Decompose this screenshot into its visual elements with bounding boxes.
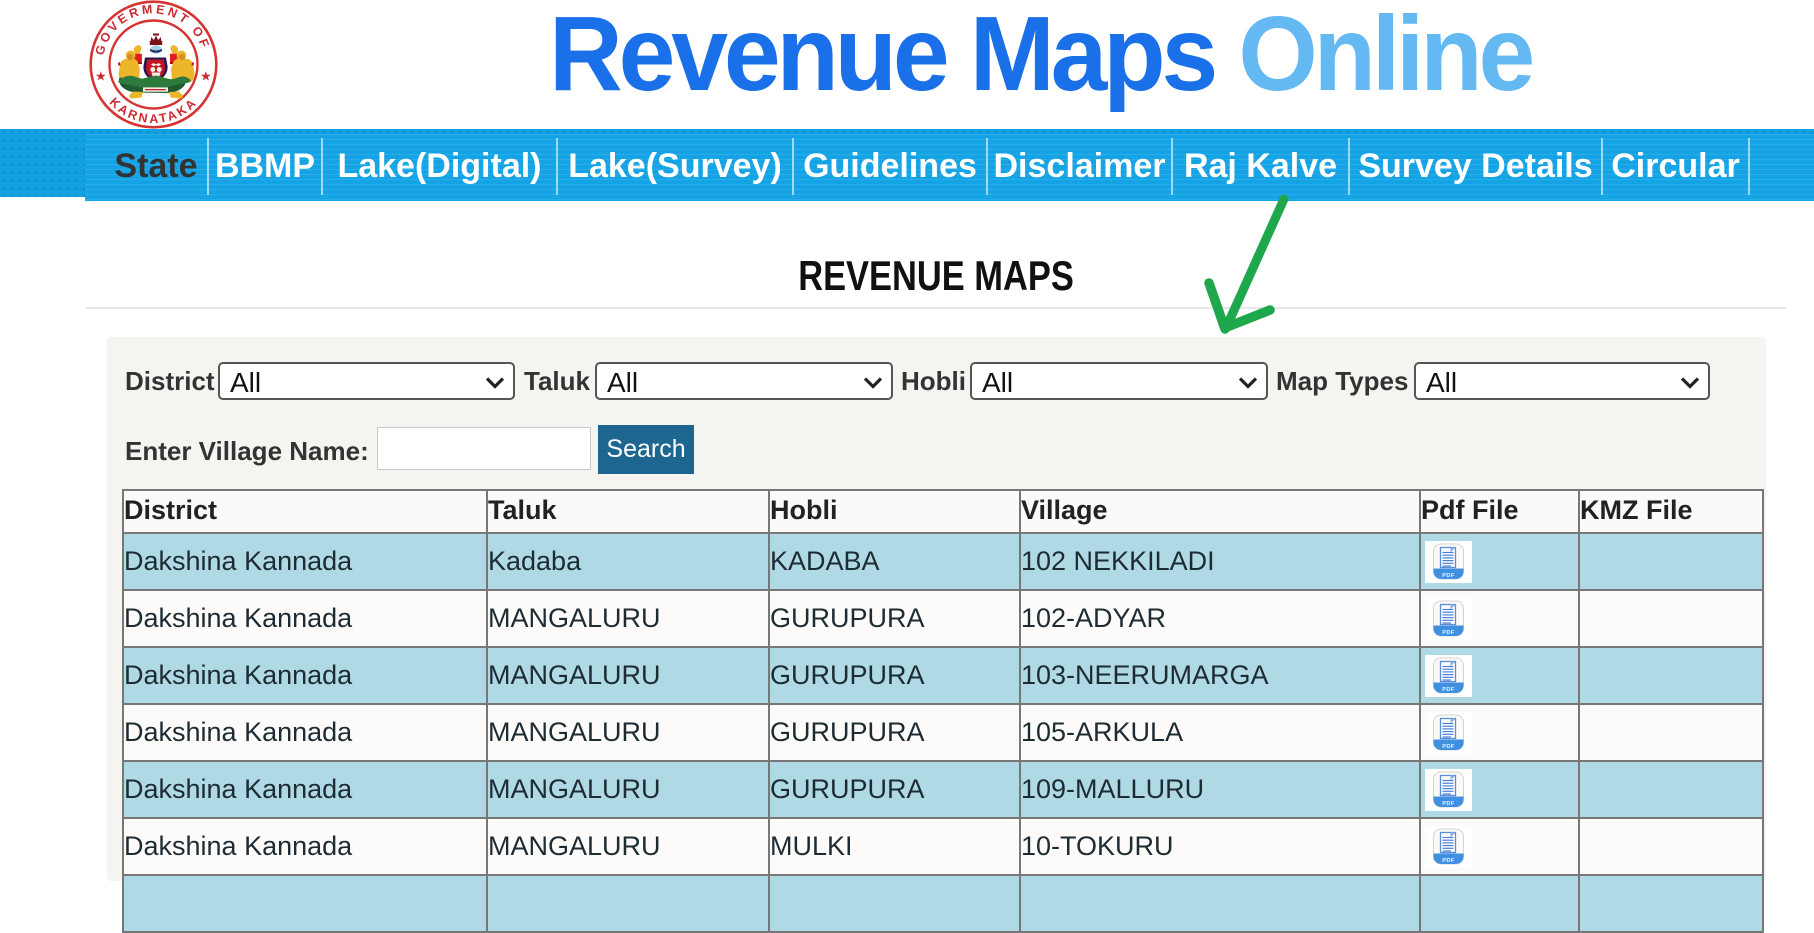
svg-text:PDF: PDF [1442,686,1455,692]
svg-text:PDF: PDF [1442,800,1455,806]
svg-text:PDF: PDF [1442,572,1455,578]
svg-text:★: ★ [200,69,212,84]
svg-text:PDF: PDF [1442,743,1455,749]
svg-text:★: ★ [95,69,107,84]
svg-text:PDF: PDF [1442,629,1455,635]
svg-text:PDF: PDF [1442,857,1455,863]
